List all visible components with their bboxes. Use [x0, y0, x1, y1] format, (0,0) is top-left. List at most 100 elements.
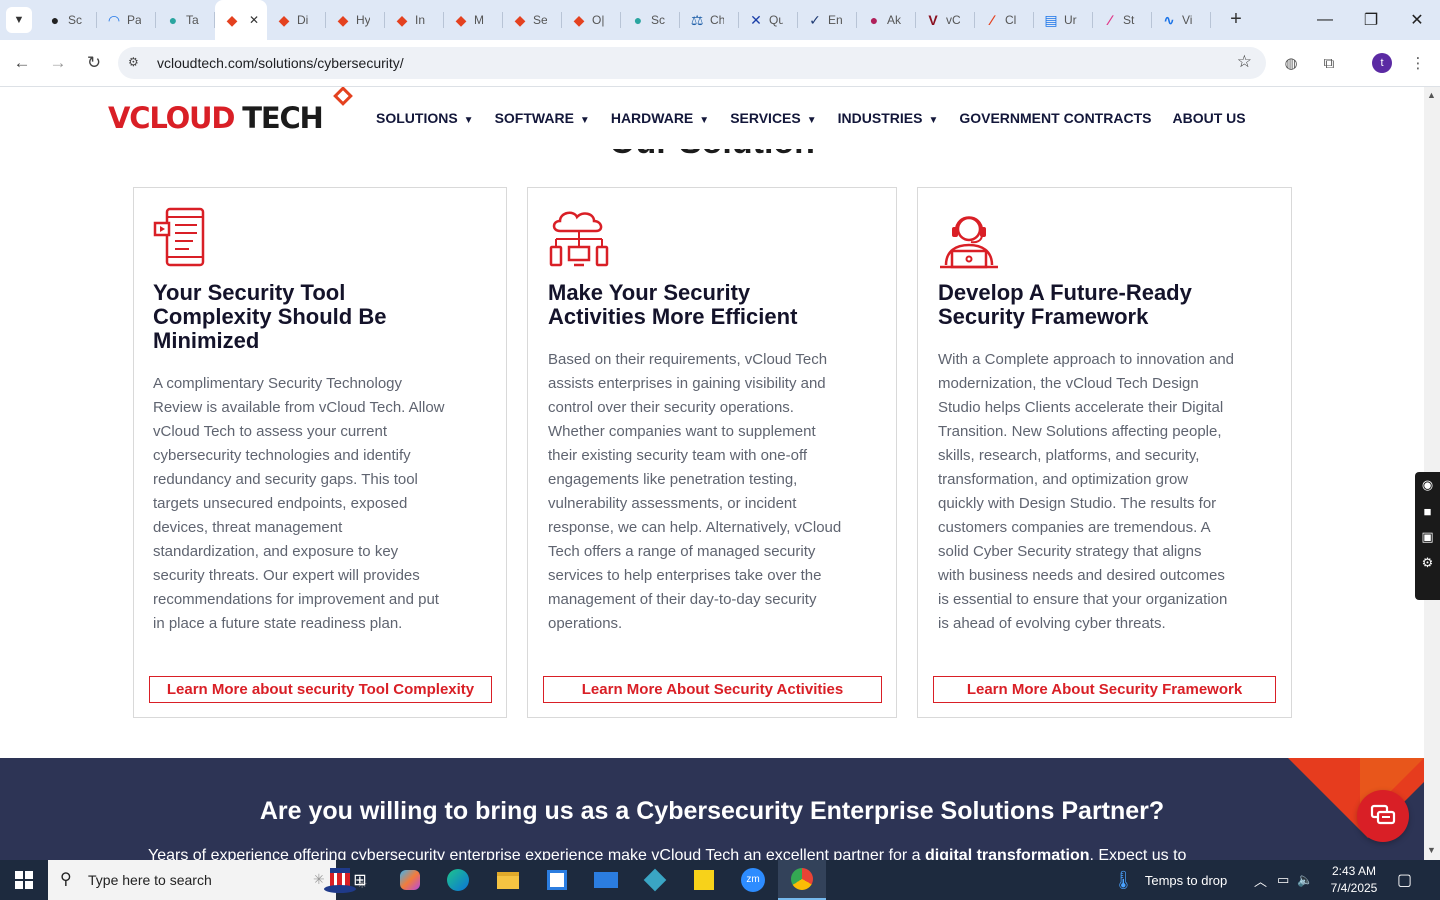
tab-title: vC: [946, 13, 960, 27]
browser-tab[interactable]: ● Ak: [857, 0, 916, 40]
copilot-icon[interactable]: [386, 860, 434, 900]
edge-icon[interactable]: [434, 860, 482, 900]
close-tab-icon[interactable]: ✕: [249, 13, 259, 27]
file-explorer-icon[interactable]: [484, 860, 532, 900]
translate-icon[interactable]: ◍: [1280, 52, 1302, 74]
browser-tab[interactable]: ◆ Se: [503, 0, 562, 40]
scroll-down-icon[interactable]: ▼: [1427, 845, 1436, 855]
store-icon[interactable]: [533, 860, 581, 900]
gear-icon[interactable]: ⚙: [1415, 550, 1440, 576]
thermometer-icon: 🌡: [1112, 869, 1135, 890]
notifications-icon[interactable]: ▢: [1397, 860, 1412, 900]
browser-tab[interactable]: ◆ In: [385, 0, 444, 40]
reload-button[interactable]: ↻: [82, 51, 106, 75]
caret-down-icon: ▼: [928, 115, 939, 126]
nav-item-services[interactable]: SERVICES ▼: [730, 110, 816, 126]
forward-button[interactable]: →: [46, 51, 70, 75]
zoom-icon[interactable]: zm: [729, 860, 777, 900]
browser-tab[interactable]: ⚖ Ch: [680, 0, 739, 40]
nav-item-about-us[interactable]: ABOUT US: [1172, 110, 1245, 126]
learn-more-framework-button[interactable]: Learn More About Security Framework: [933, 676, 1276, 703]
tab-favicon-icon: ◆: [455, 11, 467, 28]
nav-item-hardware[interactable]: HARDWARE ▼: [611, 110, 709, 126]
tab-title: Hy: [356, 13, 370, 27]
mail-icon[interactable]: [582, 860, 630, 900]
tray-icons[interactable]: ︿ ▭ 🔈: [1254, 860, 1314, 900]
url-text[interactable]: vcloudtech.com/solutions/cybersecurity/: [157, 55, 404, 71]
nav-item-government-contracts[interactable]: GOVERNMENT CONTRACTS: [959, 110, 1151, 126]
learn-more-complexity-button[interactable]: Learn More about security Tool Complexit…: [149, 676, 492, 703]
vcloud-tech-logo[interactable]: VCLOUD TECH: [108, 87, 353, 135]
browser-tab[interactable]: ▤ Ur: [1034, 0, 1093, 40]
browser-tab[interactable]: ✕ Qu: [739, 0, 798, 40]
back-button[interactable]: ←: [10, 51, 34, 75]
clock[interactable]: 2:43 AM 7/4/2025: [1326, 863, 1382, 897]
nav-item-software[interactable]: SOFTWARE ▼: [495, 110, 590, 126]
browser-tab[interactable]: ◆ Di: [267, 0, 326, 40]
chevron-up-icon[interactable]: ︿: [1254, 871, 1267, 890]
more-menu-icon[interactable]: ⋮: [1407, 52, 1429, 74]
tab-favicon-icon: ✕: [750, 11, 762, 28]
task-view-icon[interactable]: ⊞: [336, 860, 384, 900]
restore-button[interactable]: ❐: [1348, 0, 1394, 40]
browser-tab[interactable]: ◆ M: [444, 0, 503, 40]
browser-tab[interactable]: ● Sc: [621, 0, 680, 40]
browser-tab[interactable]: ● Ta: [156, 0, 215, 40]
minimize-button[interactable]: —: [1302, 0, 1348, 40]
chat-button[interactable]: [1357, 790, 1409, 842]
taskbar-search[interactable]: ⚲ Type here to search ✳ ✳: [48, 860, 367, 900]
weather-widget[interactable]: 🌡 Temps to drop: [1112, 860, 1227, 900]
weather-text: Temps to drop: [1144, 872, 1228, 888]
network-icon[interactable]: ▭: [1277, 872, 1289, 888]
search-placeholder: Type here to search: [88, 872, 212, 888]
chrome-icon[interactable]: [778, 860, 826, 900]
chevron-down-icon: ▼: [13, 14, 25, 26]
tab-title: Pa: [127, 13, 141, 27]
browser-tab[interactable]: ◆ ✕: [215, 0, 267, 40]
browser-tab[interactable]: ∕ St: [1093, 0, 1152, 40]
tab-favicon-icon: ▤: [1044, 11, 1058, 28]
sticky-notes-icon[interactable]: [680, 860, 728, 900]
nav-item-industries[interactable]: INDUSTRIES ▼: [838, 110, 939, 126]
video-icon[interactable]: ■: [1415, 498, 1440, 524]
card-body: A complimentary Security Technology Revie…: [153, 375, 445, 632]
extensions-icon[interactable]: ⧉: [1318, 52, 1340, 74]
capture-toolbar: ◉ ■ ▣ ⚙: [1415, 472, 1440, 600]
close-icon: ✕: [1410, 12, 1424, 29]
bookmark-star-icon[interactable]: ☆: [1237, 52, 1252, 72]
browser-tab[interactable]: ∕ Cl: [975, 0, 1034, 40]
address-bar[interactable]: ⚙ vcloudtech.com/solutions/cybersecurity…: [118, 47, 1266, 79]
new-tab-button[interactable]: +: [1224, 8, 1248, 32]
solution-card-complexity: Your Security Tool Complexity Should Be Mi…: [133, 187, 507, 718]
browser-tab[interactable]: ● Sc: [38, 0, 97, 40]
start-button[interactable]: [0, 860, 48, 900]
solution-card-activities: Make Your Security Activities More Effici…: [527, 187, 897, 718]
caret-down-icon: ▼: [806, 115, 817, 126]
tab-favicon-icon: ◆: [226, 11, 238, 28]
windows-taskbar: ⚲ Type here to search ✳ ✳ ⊞ zm 🌡 Temps to…: [0, 860, 1440, 900]
caret-down-icon: ▼: [579, 115, 590, 126]
camera-icon[interactable]: ◉: [1415, 472, 1440, 498]
tab-favicon-icon: ∕: [990, 12, 994, 28]
nav-item-solutions[interactable]: SOLUTIONS ▼: [376, 110, 474, 126]
chat-bubbles-icon: [1370, 804, 1396, 825]
site-info-icon[interactable]: ⚙: [128, 55, 144, 71]
volume-icon[interactable]: 🔈: [1297, 872, 1313, 888]
tab-title: M: [474, 13, 484, 27]
logo-diamond-icon: [333, 87, 353, 106]
scroll-up-icon[interactable]: ▲: [1427, 90, 1436, 100]
tab-search-button[interactable]: ▼: [6, 7, 32, 33]
window-icon[interactable]: ▣: [1415, 524, 1440, 550]
browser-tab[interactable]: ◆ O|: [562, 0, 621, 40]
profile-avatar[interactable]: t: [1372, 53, 1392, 73]
browser-tab[interactable]: ✓ En: [798, 0, 857, 40]
browser-tab[interactable]: ◠ Pa: [97, 0, 156, 40]
browser-tab[interactable]: ◆ Hy: [326, 0, 385, 40]
close-window-button[interactable]: ✕: [1394, 0, 1440, 40]
cloud-network-icon: [549, 211, 609, 267]
learn-more-activities-button[interactable]: Learn More About Security Activities: [543, 676, 882, 703]
browser-tab[interactable]: VvC: [916, 0, 975, 40]
app-diamond-icon[interactable]: [631, 860, 679, 900]
browser-tab[interactable]: ∿ Vi: [1152, 0, 1211, 40]
tab-title: Se: [533, 13, 547, 27]
